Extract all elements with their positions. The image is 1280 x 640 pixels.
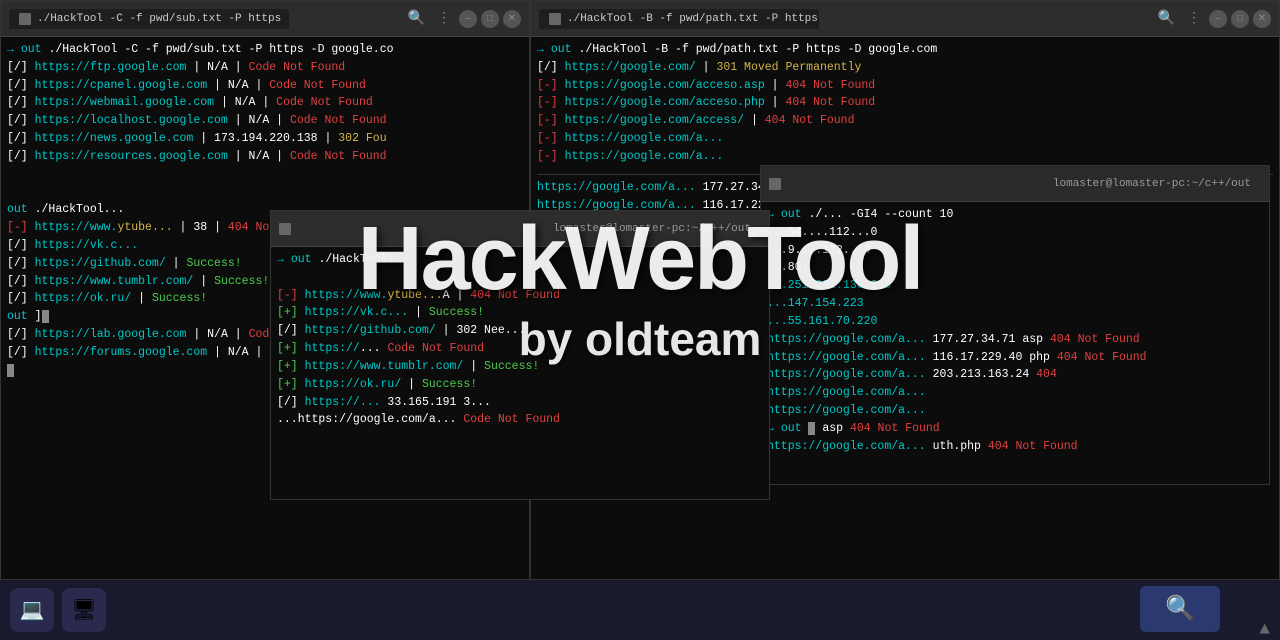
right-line-1: [/] https://google.com/ | 301 Moved Perm… xyxy=(537,59,1273,77)
right-line-4: [-] https://google.com/access/ | 404 Not… xyxy=(537,112,1273,130)
window-controls-left: 🔍 ⋮ – □ ✕ xyxy=(404,10,521,28)
close-button-right[interactable]: ✕ xyxy=(1253,10,1271,28)
tab-right[interactable]: ./HackTool -B -f pwd/path.txt -P https -… xyxy=(539,9,819,29)
maximize-button-right[interactable]: □ xyxy=(1231,10,1249,28)
terminal-icon-mid xyxy=(279,223,291,235)
tab-title-left: ./HackTool -C -f pwd/sub.txt -P https -D… xyxy=(37,13,289,25)
taskbar-arrow: ▲ xyxy=(1259,620,1270,640)
menu-icon[interactable]: ⋮ xyxy=(433,10,455,27)
terminal-icon-br xyxy=(769,178,781,190)
cmd-mid: → out ./HackTool... xyxy=(277,251,763,269)
right-line-2: [-] https://google.com/acceso.asp | 404 … xyxy=(537,77,1273,95)
window-controls-right: 🔍 ⋮ – □ ✕ xyxy=(1154,10,1271,28)
br-line-3: ...80. xyxy=(767,259,1263,277)
maximize-button-left[interactable]: □ xyxy=(481,10,499,28)
blank-2 xyxy=(7,184,523,202)
taskbar: 💻 🖥 🔍 ▲ xyxy=(0,580,1280,640)
title-info-mid: lomaster@lomaster-pc:~/c++/out xyxy=(553,223,761,235)
search-icon[interactable]: 🔍 xyxy=(404,10,429,27)
mid-line-7: [/] https://... 33.165.191 3... xyxy=(277,394,763,412)
minimize-button-left[interactable]: – xyxy=(459,10,477,28)
right-line-5: [-] https://google.com/a... xyxy=(537,130,1273,148)
terminal-icon-right xyxy=(549,13,561,25)
mid-line-1: [-] https://www.ytube...A | 404 Not Foun… xyxy=(277,287,763,305)
line-4: [/] https://localhost.google.com | N/A |… xyxy=(7,112,523,130)
br-line-6: ...55.161.70.220 xyxy=(767,313,1263,331)
line-3: [/] https://webmail.google.com | N/A | C… xyxy=(7,94,523,112)
title-bar-right: ./HackTool -B -f pwd/path.txt -P https -… xyxy=(531,1,1279,37)
terminal-icon-left xyxy=(19,13,31,25)
br-line-12: https://google.com/a... uth.php 404 Not … xyxy=(767,438,1263,456)
mid-line-8: ...https://google.com/a... Code Not Foun… xyxy=(277,411,763,429)
right-line-6: [-] https://google.com/a... xyxy=(537,148,1273,166)
br-line-9: https://google.com/a... 203.213.163.24 4… xyxy=(767,366,1263,384)
br-line-8: https://google.com/a... 116.17.229.40 ph… xyxy=(767,349,1263,367)
title-bar-left: ./HackTool -C -f pwd/sub.txt -P https -D… xyxy=(1,1,529,37)
search-icon-taskbar: 🔍 xyxy=(1165,594,1195,624)
mid-line-4: [+] https://... Code Not Found xyxy=(277,340,763,358)
mid-blank xyxy=(277,269,763,287)
right-line-3: [-] https://google.com/acceso.php | 404 … xyxy=(537,94,1273,112)
mid-line-3: [/] https://github.com/ | 302 Nee... xyxy=(277,322,763,340)
mid-line-5: [+] https://www.tumblr.com/ | Success! xyxy=(277,358,763,376)
mid-line-2: [+] https://vk.c... | Success! xyxy=(277,304,763,322)
cmd-line-left: → out ./HackTool -C -f pwd/sub.txt -P ht… xyxy=(7,41,523,59)
close-button-left[interactable]: ✕ xyxy=(503,10,521,28)
cmd-br: → out ./... -GI4 --count 10 xyxy=(767,206,1263,224)
br-line-2: ...9....172...4 xyxy=(767,242,1263,260)
tab-left[interactable]: ./HackTool -C -f pwd/sub.txt -P https -D… xyxy=(9,9,289,29)
cmd-line-right: → out ./HackTool -B -f pwd/path.txt -P h… xyxy=(537,41,1273,59)
line-5: [/] https://news.google.com | 173.194.22… xyxy=(7,130,523,148)
search-icon-right[interactable]: 🔍 xyxy=(1154,10,1179,27)
br-line-10: https://google.com/a... xyxy=(767,384,1263,402)
taskbar-item-1[interactable]: 💻 xyxy=(10,588,54,632)
terminal-middle[interactable]: lomaster@lomaster-pc:~/c++/out → out ./H… xyxy=(270,210,770,500)
minimize-button-right[interactable]: – xyxy=(1209,10,1227,28)
mid-line-6: [+] https://ok.ru/ | Success! xyxy=(277,376,763,394)
title-bar-br: lomaster@lomaster-pc:~/c++/out xyxy=(761,166,1269,202)
title-bar-mid: lomaster@lomaster-pc:~/c++/out xyxy=(271,211,769,247)
br-line-5: ...147.154.223 xyxy=(767,295,1263,313)
br-line-1: ...54....112...0 xyxy=(767,224,1263,242)
taskbar-search[interactable]: 🔍 xyxy=(1140,586,1220,632)
menu-icon-right[interactable]: ⋮ xyxy=(1183,10,1205,27)
terminal-body-mid: → out ./HackTool... [-] https://www.ytub… xyxy=(271,247,769,499)
title-info-br: lomaster@lomaster-pc:~/c++/out xyxy=(1053,178,1261,190)
line-6: [/] https://resources.google.com | N/A |… xyxy=(7,148,523,166)
terminal-bottom-right[interactable]: lomaster@lomaster-pc:~/c++/out → out ./.… xyxy=(760,165,1270,485)
br-line-4: ...251.231.130.248 xyxy=(767,277,1263,295)
line-1: [/] https://ftp.google.com | N/A | Code … xyxy=(7,59,523,77)
tab-title-right: ./HackTool -B -f pwd/path.txt -P https -… xyxy=(567,13,819,25)
br-line-7: https://google.com/a... 177.27.34.71 asp… xyxy=(767,331,1263,349)
br-line-11: https://google.com/a... xyxy=(767,402,1263,420)
terminal-body-br: → out ./... -GI4 --count 10 ...54....112… xyxy=(761,202,1269,484)
prompt-br: → out asp 404 Not Found xyxy=(767,420,1263,438)
blank-1 xyxy=(7,166,523,184)
taskbar-item-2[interactable]: 🖥 xyxy=(62,588,106,632)
line-2: [/] https://cpanel.google.com | N/A | Co… xyxy=(7,77,523,95)
